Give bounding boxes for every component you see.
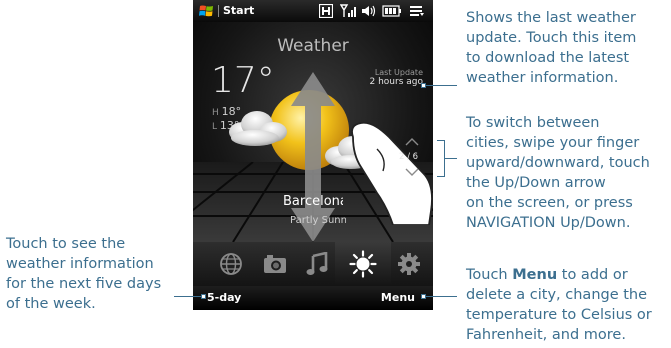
phone-screen: Start Weather 17° H 18° L 13° Last Updat… xyxy=(193,0,433,310)
callout-bracket-bottom xyxy=(437,176,445,177)
weather-tab[interactable] xyxy=(335,242,391,286)
globe-tab[interactable] xyxy=(213,246,249,282)
low-label: L xyxy=(212,122,218,132)
annotation-line: of the week. xyxy=(6,296,96,312)
softkey-bar: 5-day Menu xyxy=(193,286,433,310)
annotation-line: weather information. xyxy=(466,70,619,86)
title-bar: Start xyxy=(193,0,433,22)
camera-tab-icon xyxy=(264,255,286,273)
last-update-label: Last Update xyxy=(374,68,423,77)
condition: Partly Sunny xyxy=(290,215,346,226)
annotation-line: Touch to see the xyxy=(6,236,126,252)
annotation-switch-cities: To switch between cities, swipe your fin… xyxy=(466,113,650,233)
callout-dot-menu xyxy=(421,294,426,299)
globe-tab-icon xyxy=(220,253,242,275)
annotation-line: the Up/Down arrow xyxy=(466,175,606,191)
annotation-line: Touch Menu to add or xyxy=(466,265,652,285)
annotation-line: upward/downward, touch xyxy=(466,155,650,171)
annotation-menu: Touch Menu to add or delete a city, chan… xyxy=(466,265,652,345)
annotation-line: Fahrenheit, and more. xyxy=(466,327,626,343)
annotation-text: to add or xyxy=(557,267,628,283)
annotation-line: cities, swipe your finger xyxy=(466,135,640,151)
callout-line-menu xyxy=(424,296,457,297)
start-label[interactable]: Start xyxy=(223,4,254,17)
callout-line-cities xyxy=(444,158,457,159)
annotation-line: on the screen, or press xyxy=(466,195,633,211)
callout-dot-five-day xyxy=(201,294,206,299)
music-tab[interactable] xyxy=(299,246,335,282)
h-data-icon xyxy=(319,4,333,18)
annotation-line: to download the latest xyxy=(466,50,630,66)
annotation-last-update: Shows the last weather update. Touch thi… xyxy=(466,8,636,88)
weather-tab-icon xyxy=(349,250,377,278)
callout-line-last-update xyxy=(424,85,457,86)
settings-tab[interactable] xyxy=(391,246,427,282)
high-label: H xyxy=(212,108,219,118)
battery-icon xyxy=(382,5,401,17)
callout-dot-last-update xyxy=(421,83,426,88)
windows-logo-icon[interactable] xyxy=(199,4,214,18)
title-separator xyxy=(218,5,219,17)
music-tab-icon xyxy=(306,252,328,275)
annotation-line: temperature to Celsius or xyxy=(466,307,652,323)
city-index: 2 / 6 xyxy=(399,152,419,162)
settings-tab-icon xyxy=(398,253,420,275)
five-day-softkey[interactable]: 5-day xyxy=(207,291,241,304)
annotation-line: delete a city, change the xyxy=(466,287,648,303)
weather-header: Weather xyxy=(277,36,349,56)
volume-icon[interactable] xyxy=(361,4,377,18)
annotation-line: for the next five days xyxy=(6,276,162,292)
annotation-bold-text: Menu xyxy=(512,267,558,283)
callout-bracket-top xyxy=(437,140,445,141)
annotation-line: weather information xyxy=(6,256,154,272)
annotation-line: update. Touch this item xyxy=(466,30,637,46)
menu-lines-icon[interactable] xyxy=(409,4,425,18)
weather-screen: Weather 17° H 18° L 13° Last Update 2 ho… xyxy=(193,22,433,242)
signal-icon xyxy=(340,4,356,17)
city-up-arrow[interactable] xyxy=(405,138,419,146)
city-down-arrow[interactable] xyxy=(405,168,419,176)
annotation-line: To switch between xyxy=(466,115,600,131)
annotation-text: Touch xyxy=(466,267,513,283)
menu-softkey[interactable]: Menu xyxy=(381,291,415,304)
callout-line-five-day xyxy=(174,296,204,297)
annotation-line: NAVIGATION Up/Down. xyxy=(466,215,631,231)
city-name: Barcelona xyxy=(283,194,343,209)
annotation-five-day: Touch to see the weather information for… xyxy=(6,234,161,314)
camera-tab[interactable] xyxy=(257,246,293,282)
tab-bar xyxy=(193,242,433,286)
finger-hand-icon xyxy=(351,121,433,225)
annotation-line: Shows the last weather xyxy=(466,10,636,26)
